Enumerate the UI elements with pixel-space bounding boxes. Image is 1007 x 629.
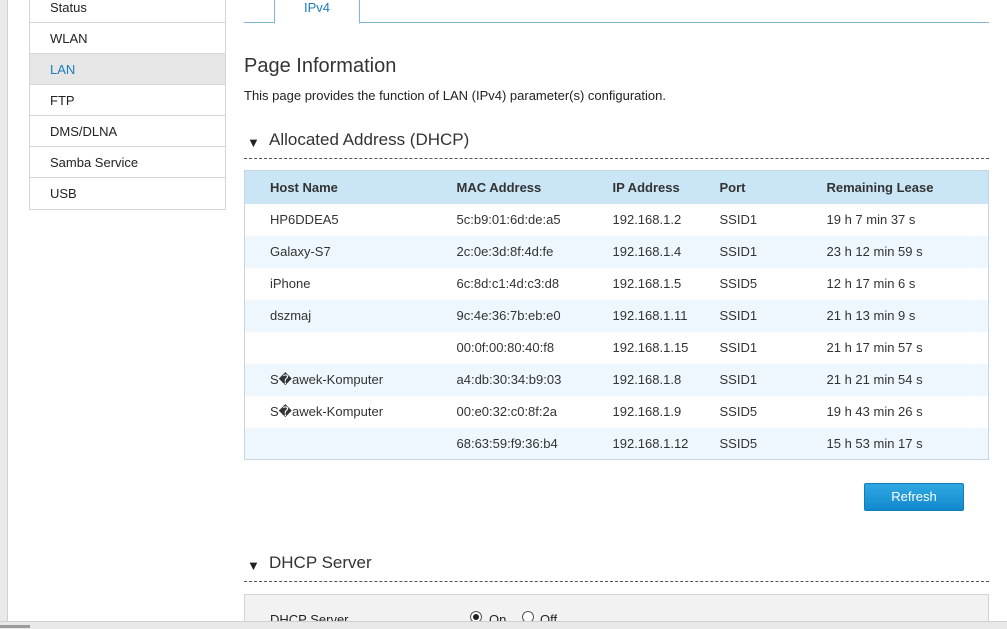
table-row: dszmaj 9c:4e:36:7b:eb:e0 192.168.1.11 SSID1…	[244, 299, 989, 332]
remaining-lease-cell: 12 h 17 min 6 s	[801, 267, 989, 300]
column-header-ip-address: IP Address	[587, 170, 695, 204]
dhcp-server-section-header[interactable]: ▼ DHCP Server	[244, 552, 989, 582]
mac-address-cell: a4:db:30:34:b9:03	[431, 363, 588, 396]
remaining-lease-cell: 21 h 13 min 9 s	[801, 299, 989, 332]
table-row: 68:63:59:f9:36:b4 192.168.1.12 SSID5 15 h 5…	[244, 427, 989, 460]
remaining-lease-cell: 21 h 17 min 57 s	[801, 331, 989, 364]
ip-address-cell: 192.168.1.12	[587, 427, 695, 460]
port-cell: SSID5	[694, 427, 802, 460]
sidebar-item-samba-service[interactable]: Samba Service	[30, 147, 225, 178]
port-cell: SSID1	[694, 331, 802, 364]
window-left-edge	[0, 0, 8, 629]
sidebar-item-dms-dlna[interactable]: DMS/DLNA	[30, 116, 225, 147]
host-name-cell: iPhone	[244, 267, 432, 300]
collapse-triangle-icon[interactable]: ▼	[247, 558, 260, 573]
collapse-triangle-icon[interactable]: ▼	[247, 135, 260, 150]
port-cell: SSID5	[694, 267, 802, 300]
remaining-lease-cell: 19 h 7 min 37 s	[801, 203, 989, 236]
port-cell: SSID1	[694, 203, 802, 236]
column-header-host-name: Host Name	[244, 170, 432, 204]
table-row: 00:0f:00:80:40:f8 192.168.1.15 SSID1 21 h 1…	[244, 331, 989, 364]
sidebar-nav: Status WLAN LAN FTP DMS/DLNA Samba Servi…	[29, 0, 226, 210]
column-header-port: Port	[694, 170, 802, 204]
tab-bar-divider	[244, 22, 274, 23]
table-row: S�awek-Komputer 00:e0:32:c0:8f:2a 192.168.…	[244, 395, 989, 428]
ip-address-cell: 192.168.1.2	[587, 203, 695, 236]
sidebar-item-ftp[interactable]: FTP	[30, 85, 225, 116]
ip-address-cell: 192.168.1.4	[587, 235, 695, 268]
refresh-button[interactable]: Refresh	[864, 483, 964, 511]
table-header-row: Host Name MAC Address IP Address Port Re…	[244, 170, 989, 204]
table-row: HP6DDEA5 5c:b9:01:6d:de:a5 192.168.1.2 SSID…	[244, 203, 989, 236]
host-name-cell: dszmaj	[244, 299, 432, 332]
ip-address-cell: 192.168.1.8	[587, 363, 695, 396]
host-name-cell: HP6DDEA5	[244, 203, 432, 236]
port-cell: SSID5	[694, 395, 802, 428]
column-header-remaining-lease: Remaining Lease	[801, 170, 989, 204]
mac-address-cell: 6c:8d:c1:4d:c3:d8	[431, 267, 588, 300]
host-name-cell: S�awek-Komputer	[244, 395, 432, 428]
page-title: Page Information	[244, 55, 397, 77]
table-row: Galaxy-S7 2c:0e:3d:8f:4d:fe 192.168.1.4 SSI…	[244, 235, 989, 268]
ip-address-cell: 192.168.1.11	[587, 299, 695, 332]
port-cell: SSID1	[694, 299, 802, 332]
tab-ipv4[interactable]: IPv4	[274, 0, 360, 24]
scrollbar-thumb[interactable]	[0, 625, 30, 628]
remaining-lease-cell: 21 h 21 min 54 s	[801, 363, 989, 396]
remaining-lease-cell: 23 h 12 min 59 s	[801, 235, 989, 268]
mac-address-cell: 68:63:59:f9:36:b4	[431, 427, 588, 460]
sidebar-item-usb[interactable]: USB	[30, 178, 225, 209]
port-cell: SSID1	[694, 363, 802, 396]
remaining-lease-cell: 15 h 53 min 17 s	[801, 427, 989, 460]
column-header-mac-address: MAC Address	[431, 170, 588, 204]
table-row: S�awek-Komputer a4:db:30:34:b9:03 192.168.…	[244, 363, 989, 396]
sidebar-item-lan[interactable]: LAN	[30, 54, 225, 85]
host-name-cell	[244, 427, 432, 460]
ip-address-cell: 192.168.1.15	[587, 331, 695, 364]
tab-bar: IPv4	[244, 0, 989, 24]
page-description: This page provides the function of LAN (…	[244, 88, 666, 103]
sidebar-item-wlan[interactable]: WLAN	[30, 23, 225, 54]
table-body: HP6DDEA5 5c:b9:01:6d:de:a5 192.168.1.2 SSID…	[244, 203, 989, 460]
table-row: iPhone 6c:8d:c1:4d:c3:d8 192.168.1.5 SSID5 1…	[244, 267, 989, 300]
ip-address-cell: 192.168.1.5	[587, 267, 695, 300]
host-name-cell: S�awek-Komputer	[244, 363, 432, 396]
section-title: DHCP Server	[269, 553, 372, 572]
section-title: Allocated Address (DHCP)	[269, 130, 470, 149]
host-name-cell	[244, 331, 432, 364]
allocated-address-section-header[interactable]: ▼ Allocated Address (DHCP)	[244, 129, 989, 159]
window-bottom-edge	[0, 621, 1007, 629]
port-cell: SSID1	[694, 235, 802, 268]
sidebar-item-status[interactable]: Status	[30, 0, 225, 23]
dhcp-clients-table: Host Name MAC Address IP Address Port Re…	[244, 170, 989, 460]
ip-address-cell: 192.168.1.9	[587, 395, 695, 428]
remaining-lease-cell: 19 h 43 min 26 s	[801, 395, 989, 428]
mac-address-cell: 5c:b9:01:6d:de:a5	[431, 203, 588, 236]
host-name-cell: Galaxy-S7	[244, 235, 432, 268]
mac-address-cell: 9c:4e:36:7b:eb:e0	[431, 299, 588, 332]
mac-address-cell: 00:0f:00:80:40:f8	[431, 331, 588, 364]
mac-address-cell: 00:e0:32:c0:8f:2a	[431, 395, 588, 428]
mac-address-cell: 2c:0e:3d:8f:4d:fe	[431, 235, 588, 268]
